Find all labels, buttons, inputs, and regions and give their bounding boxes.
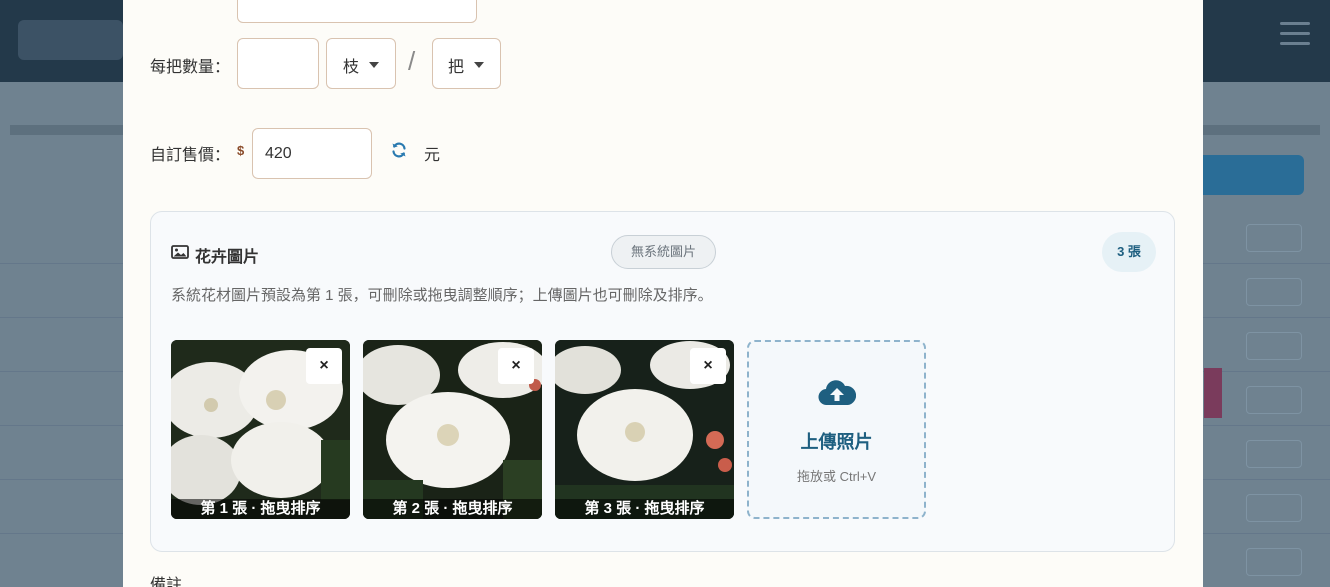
refresh-icon[interactable] xyxy=(391,142,407,158)
photos-title: 花卉圖片 xyxy=(195,249,260,266)
price-unit: 元 xyxy=(424,147,441,164)
photo-caption: 第 2 張 · 拖曳排序 xyxy=(363,499,542,519)
photo-caption: 第 1 張 · 拖曳排序 xyxy=(171,499,350,519)
slash-divider: / xyxy=(408,46,416,76)
flower-edit-modal: 每把數量： 枝 / 把 自訂售價： $ 420 元 花卉圖片 無系統圖片 3 張… xyxy=(123,0,1203,587)
qty-label: 每把數量： xyxy=(150,59,231,76)
photo-thumbnail-3[interactable]: × 第 3 張 · 拖曳排序 xyxy=(555,340,734,519)
chevron-down-icon xyxy=(369,62,379,68)
notes-label: 備註 xyxy=(150,577,183,587)
photo-caption: 第 3 張 · 拖曳排序 xyxy=(555,499,734,519)
image-icon xyxy=(171,245,189,259)
remove-photo-button[interactable]: × xyxy=(306,348,342,384)
bundle-select[interactable]: 把 xyxy=(432,38,501,89)
hamburger-menu-icon xyxy=(1280,22,1310,48)
photos-description: 系統花材圖片預設為第 1 張，可刪除或拖曳調整順序；上傳圖片也可刪除及排序。 xyxy=(171,287,713,304)
qty-input[interactable] xyxy=(237,38,319,89)
photo-count-badge: 3 張 xyxy=(1102,232,1156,272)
system-image-badge: 無系統圖片 xyxy=(611,235,716,269)
upload-hint: 拖放或 Ctrl+V xyxy=(796,469,877,484)
upload-photo-dropzone[interactable]: 上傳照片 拖放或 Ctrl+V xyxy=(747,340,926,519)
upload-title: 上傳照片 xyxy=(800,432,873,452)
photo-thumbnail-2[interactable]: × 第 2 張 · 拖曳排序 xyxy=(363,340,542,519)
category-select[interactable] xyxy=(237,0,477,23)
photo-thumbnail-1[interactable]: × 第 1 張 · 拖曳排序 xyxy=(171,340,350,519)
unit-select[interactable]: 枝 xyxy=(326,38,396,89)
cloud-upload-icon xyxy=(818,380,856,406)
flower-photos-panel: 花卉圖片 無系統圖片 3 張 系統花材圖片預設為第 1 張，可刪除或拖曳調整順序… xyxy=(150,211,1175,552)
unit-select-value: 枝 xyxy=(343,59,360,76)
background-action-button xyxy=(1188,155,1304,195)
price-label: 自訂售價： xyxy=(150,147,231,164)
background-logo xyxy=(18,20,123,60)
bundle-select-value: 把 xyxy=(448,59,465,76)
currency-symbol: $ xyxy=(237,143,245,158)
price-input[interactable]: 420 xyxy=(252,128,372,179)
chevron-down-icon xyxy=(474,62,484,68)
remove-photo-button[interactable]: × xyxy=(690,348,726,384)
remove-photo-button[interactable]: × xyxy=(498,348,534,384)
background-thumbnail xyxy=(1204,368,1222,418)
